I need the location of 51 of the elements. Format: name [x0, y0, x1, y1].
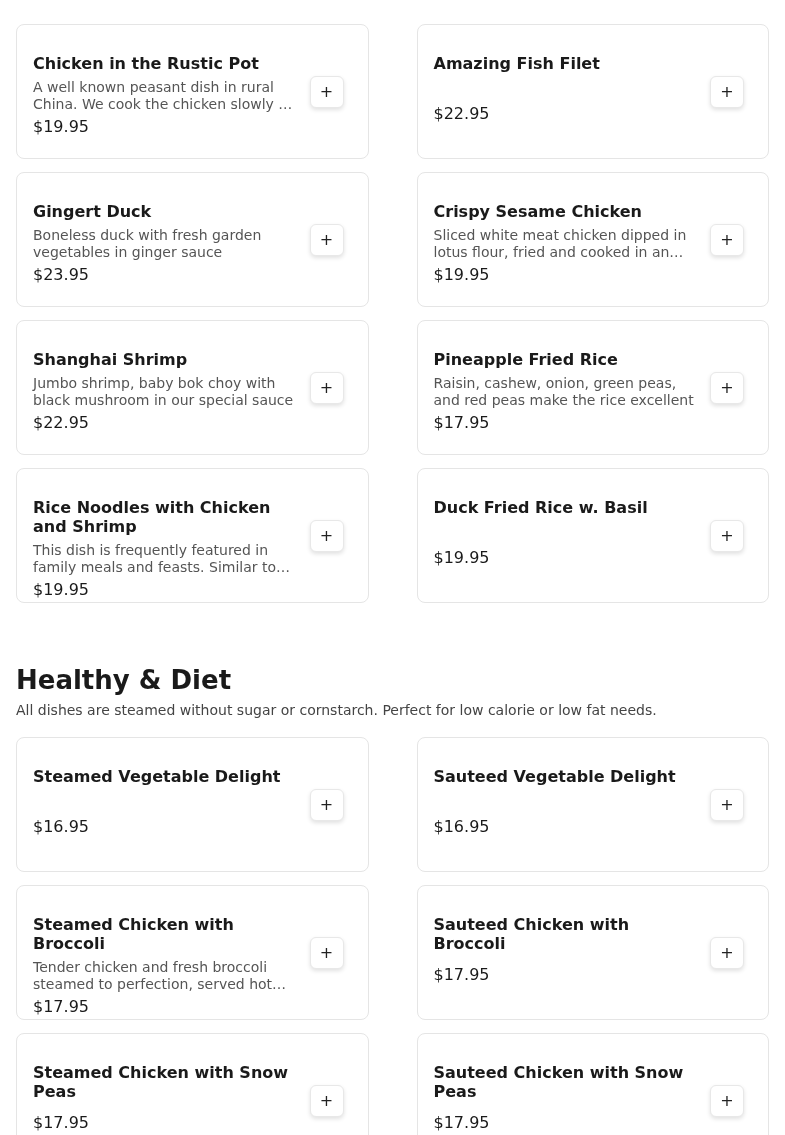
dish-description: Boneless duck with fresh garden vegetables in ginger sauce: [33, 227, 263, 261]
dish-price: $19.95: [433, 548, 491, 568]
dish-description: Jumbo shrimp, baby bok choy with black mushroom in our special sauce: [33, 375, 295, 409]
add-button[interactable]: +: [309, 371, 344, 404]
dish-name: Gingert Duck: [33, 201, 153, 223]
dish-name: Crispy Sesame Chicken: [433, 201, 643, 223]
add-button[interactable]: +: [710, 788, 744, 821]
add-button[interactable]: +: [309, 788, 344, 821]
add-button[interactable]: +: [309, 1084, 344, 1117]
add-button[interactable]: +: [309, 936, 344, 969]
add-button[interactable]: +: [710, 1084, 744, 1117]
dish-price: $22.95: [433, 104, 491, 124]
dish-name: Duck Fried Rice w. Basil: [433, 497, 649, 519]
add-button[interactable]: +: [710, 75, 744, 108]
add-button[interactable]: +: [710, 519, 744, 552]
dish-name: Steamed Vegetable Delight: [33, 766, 282, 788]
add-button[interactable]: +: [309, 75, 344, 108]
dish-name: Sauteed Chicken with Broccoli: [433, 914, 630, 955]
dish-name: Sauteed Chicken with Snow Peas: [433, 1062, 685, 1103]
dish-description: A well known peasant dish in rural China. We cook the chicken slowly …: [33, 79, 294, 113]
dish-price: $16.95: [433, 817, 491, 837]
add-button[interactable]: +: [309, 223, 344, 256]
dish-price: $19.95: [33, 580, 90, 600]
dish-name: Shanghai Shrimp: [33, 349, 189, 371]
dish-price: $17.95: [33, 1113, 90, 1133]
dish-price: $19.95: [33, 117, 90, 137]
dish-price: $17.95: [433, 965, 491, 985]
dish-price: $17.95: [33, 997, 90, 1017]
dish-name: Sauteed Vegetable Delight: [433, 766, 677, 788]
dish-description: Sliced white meat chicken dipped in lotus flour, fried and cooked in an…: [433, 227, 688, 261]
dish-name: Amazing Fish Filet: [433, 53, 601, 75]
dish-name: Steamed Chicken with Broccoli: [33, 914, 235, 955]
dish-price: $17.95: [433, 1113, 491, 1133]
add-button[interactable]: +: [710, 371, 744, 404]
add-button[interactable]: +: [710, 223, 744, 256]
section-title: Healthy & Diet: [16, 664, 233, 696]
add-button[interactable]: +: [710, 936, 744, 969]
dish-name: Chicken in the Rustic Pot: [33, 53, 260, 75]
dish-description: Tender chicken and fresh broccoli steamed to perfection, served hot…: [33, 959, 288, 993]
dish-price: $16.95: [33, 817, 90, 837]
dish-price: $23.95: [33, 265, 90, 285]
dish-price: $22.95: [33, 413, 90, 433]
dish-description: This dish is frequently featured in family meals and feasts. Similar to…: [33, 542, 292, 576]
dish-price: $17.95: [433, 413, 491, 433]
dish-description: Raisin, cashew, onion, green peas, and red peas make the rice excellent: [433, 375, 695, 409]
dish-name: Pineapple Fried Rice: [433, 349, 619, 371]
dish-name: Rice Noodles with Chicken and Shrimp: [33, 497, 272, 538]
add-button[interactable]: +: [309, 519, 344, 552]
section-description: All dishes are steamed without sugar or cornstarch. Perfect for low calorie or low fat needs.: [16, 702, 658, 719]
dish-name: Steamed Chicken with Snow Peas: [33, 1062, 290, 1103]
dish-price: $19.95: [433, 265, 491, 285]
